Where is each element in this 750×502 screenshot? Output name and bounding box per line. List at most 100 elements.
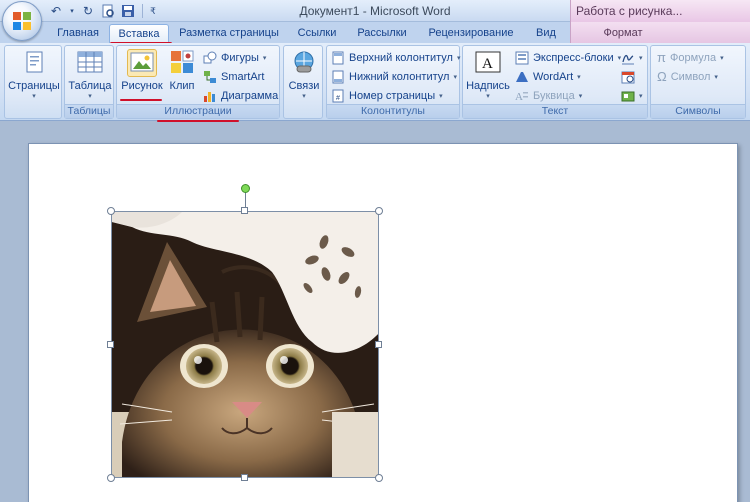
footer-button[interactable]: Нижний колонтитул ▾	[331, 68, 457, 85]
table-button[interactable]: Таблица ▾	[67, 49, 113, 100]
rotation-handle-stem	[245, 192, 246, 208]
pages-label: Страницы	[8, 80, 60, 92]
chart-button[interactable]: Диаграмма	[203, 87, 278, 104]
header-label: Верхний колонтитул	[349, 51, 453, 64]
footer-label: Нижний колонтитул	[349, 70, 450, 83]
group-header-footer: Верхний колонтитул ▾ Нижний колонтитул ▾…	[326, 45, 460, 119]
tab-home[interactable]: Главная	[50, 24, 106, 43]
tab-format[interactable]: Формат	[592, 24, 654, 43]
save-icon[interactable]	[120, 3, 136, 19]
resize-handle-top-right[interactable]	[375, 207, 383, 215]
clipart-icon	[169, 49, 195, 77]
footer-icon	[331, 70, 345, 84]
picture-button[interactable]: Рисунок	[119, 49, 165, 92]
page-number-button[interactable]: # Номер страницы ▾	[331, 87, 443, 104]
signature-line-button[interactable]: ▾	[621, 49, 643, 66]
equation-button[interactable]: π Формула ▾	[657, 49, 724, 66]
page-number-dropdown-icon: ▾	[439, 92, 443, 100]
textbox-dropdown-icon: ▾	[486, 93, 490, 100]
print-preview-icon[interactable]	[100, 3, 116, 19]
inserted-picture[interactable]	[111, 211, 379, 478]
object-button[interactable]: ▾	[621, 87, 643, 104]
page-number-icon: #	[331, 89, 345, 103]
resize-handle-top[interactable]	[241, 207, 248, 214]
svg-text:A: A	[482, 56, 493, 72]
resize-handle-bottom[interactable]	[241, 474, 248, 481]
quick-access-toolbar: ↶ ▾ ↻ ₹	[48, 2, 157, 20]
undo-icon[interactable]: ↶	[48, 3, 64, 19]
resize-handle-left[interactable]	[107, 341, 114, 348]
tab-insert[interactable]: Вставка	[109, 24, 169, 43]
clip-label: Клип	[169, 80, 195, 92]
smartart-button[interactable]: SmartArt	[203, 68, 264, 85]
header-button[interactable]: Верхний колонтитул ▾	[331, 49, 460, 66]
footer-dropdown-icon: ▾	[453, 73, 457, 81]
shapes-icon	[203, 51, 217, 65]
links-label: Связи	[288, 80, 320, 92]
drop-cap-dropdown-icon: ▾	[578, 92, 583, 100]
signature-icon	[621, 51, 635, 65]
object-dropdown-icon: ▾	[639, 92, 643, 100]
shapes-dropdown-icon: ▾	[262, 54, 267, 62]
shapes-button[interactable]: Фигуры ▾	[203, 49, 266, 66]
pages-dropdown-icon: ▾	[32, 93, 36, 100]
chart-icon	[203, 89, 217, 103]
symbol-button[interactable]: Ω Символ ▾	[657, 68, 718, 85]
resize-handle-bottom-right[interactable]	[375, 474, 383, 482]
tab-references[interactable]: Ссылки	[292, 24, 342, 43]
textbox-icon: A	[473, 49, 503, 77]
links-dropdown-icon: ▾	[302, 93, 306, 100]
equation-dropdown-icon: ▾	[720, 54, 724, 62]
omega-icon: Ω	[657, 69, 667, 84]
svg-text:#: #	[336, 95, 340, 102]
table-icon	[75, 49, 105, 77]
links-button[interactable]: Связи ▾	[286, 49, 322, 100]
drop-cap-button[interactable]: A Буквица ▾	[515, 87, 582, 104]
office-logo-icon	[13, 12, 33, 32]
qat-separator	[142, 4, 143, 18]
wordart-icon	[515, 70, 529, 84]
group-links: Связи ▾	[283, 45, 323, 119]
chart-label: Диаграмма	[221, 89, 279, 102]
redo-icon[interactable]: ↻	[80, 3, 96, 19]
links-icon	[289, 49, 319, 77]
ribbon: Страницы ▾ Таблица ▾ Таблицы Рисунок Кли…	[0, 43, 750, 121]
group-text: A Надпись ▾ Экспресс-блоки ▾ WordArt ▾ A…	[462, 45, 648, 119]
tab-view[interactable]: Вид	[528, 24, 564, 43]
symbol-label: Символ	[670, 70, 711, 83]
resize-handle-top-left[interactable]	[107, 207, 115, 215]
smartart-label: SmartArt	[221, 70, 265, 83]
picture-icon	[127, 49, 157, 77]
group-symbols-label: Символы	[651, 104, 745, 118]
textbox-button[interactable]: A Надпись ▾	[465, 49, 511, 100]
rotation-handle[interactable]	[241, 184, 250, 193]
date-time-button[interactable]	[621, 68, 635, 85]
object-icon	[621, 89, 635, 103]
undo-dropdown-icon[interactable]: ▾	[68, 3, 76, 19]
tab-page-layout[interactable]: Разметка страницы	[176, 24, 282, 43]
symbol-dropdown-icon: ▾	[714, 73, 718, 81]
header-icon	[331, 51, 345, 65]
quick-parts-button[interactable]: Экспресс-блоки ▾	[515, 49, 621, 66]
group-pages: Страницы ▾	[4, 45, 62, 119]
signature-dropdown-icon: ▾	[639, 54, 643, 62]
pages-button[interactable]: Страницы ▾	[7, 49, 61, 100]
office-button[interactable]	[2, 1, 42, 41]
date-time-icon	[621, 70, 635, 84]
group-illustrations-label: Иллюстрации	[117, 104, 279, 118]
resize-handle-bottom-left[interactable]	[107, 474, 115, 482]
clip-button[interactable]: Клип	[165, 49, 199, 92]
pi-icon: π	[657, 50, 666, 65]
customize-qat-icon[interactable]: ₹	[149, 3, 157, 19]
wordart-button[interactable]: WordArt ▾	[515, 68, 581, 85]
group-illustrations: Рисунок Клип Фигуры ▾ SmartArt Диаграмма…	[116, 45, 280, 119]
page-number-label: Номер страницы	[349, 89, 436, 102]
wordart-dropdown-icon: ▾	[577, 73, 581, 81]
group-symbols: π Формула ▾ Ω Символ ▾ Символы	[650, 45, 746, 119]
table-label: Таблица	[68, 80, 112, 92]
tab-mailings[interactable]: Рассылки	[352, 24, 412, 43]
picture-label: Рисунок	[121, 80, 163, 92]
resize-handle-right[interactable]	[375, 341, 382, 348]
tab-review[interactable]: Рецензирование	[424, 24, 518, 43]
group-tables: Таблица ▾ Таблицы	[64, 45, 114, 119]
